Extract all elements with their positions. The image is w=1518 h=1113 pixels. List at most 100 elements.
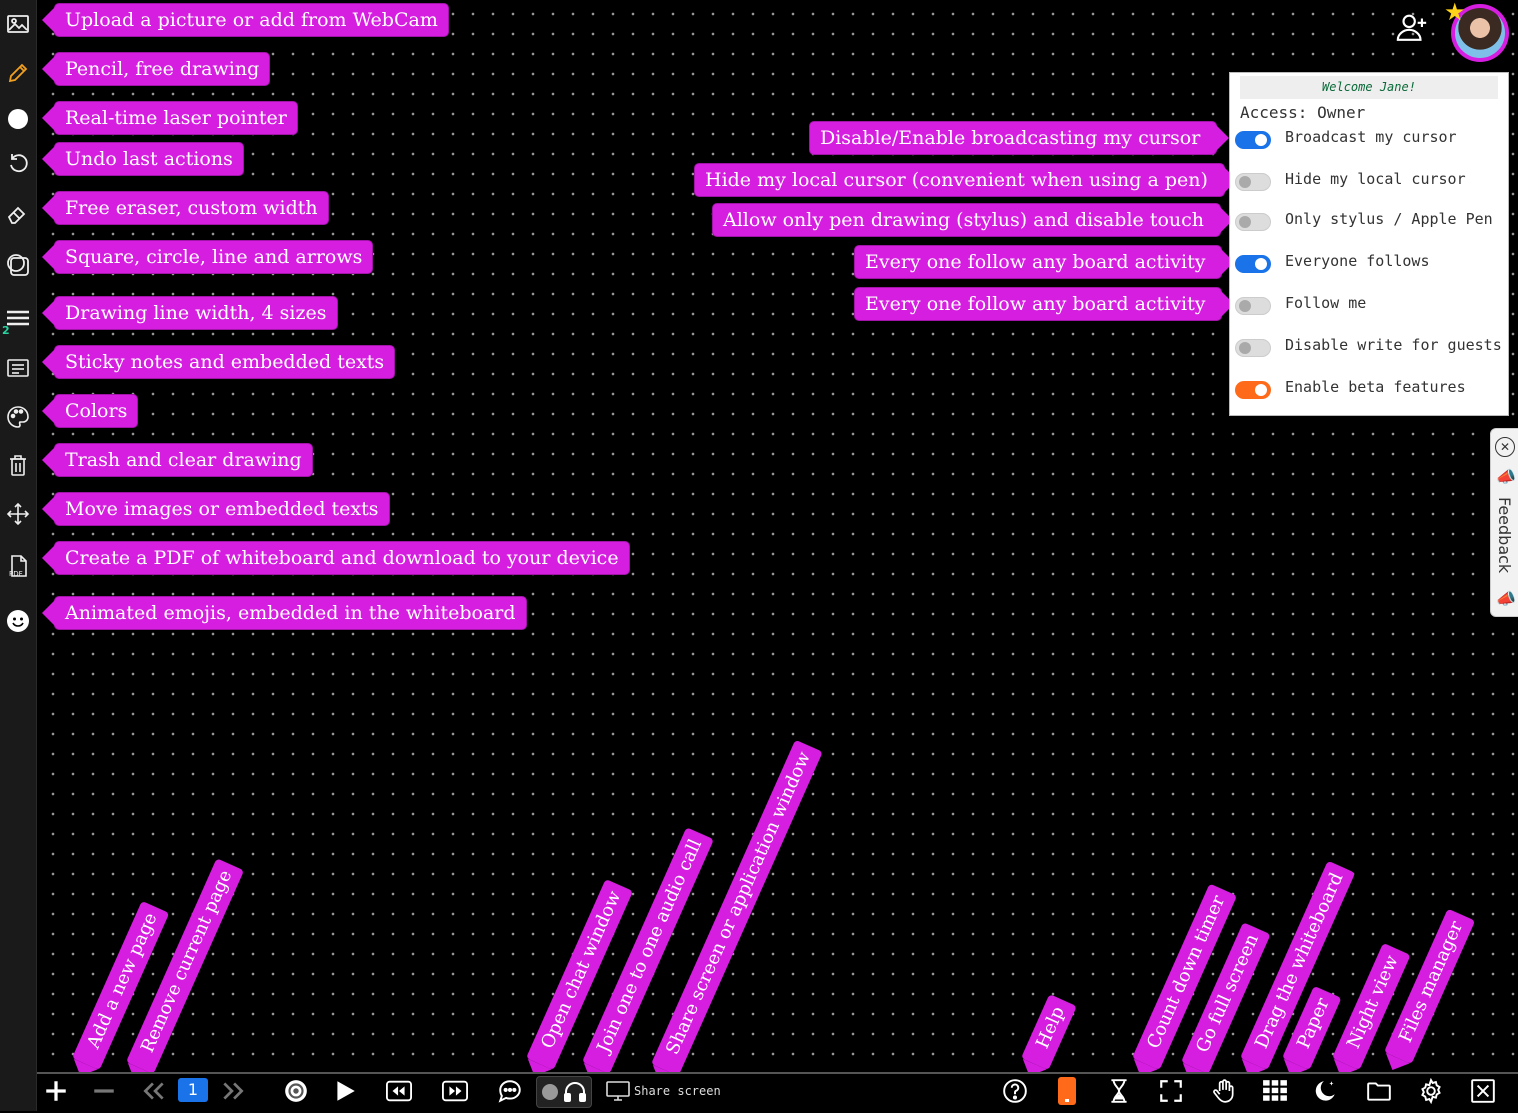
page-number[interactable]: 1 <box>178 1078 208 1102</box>
headphones-icon <box>564 1082 586 1102</box>
add-user-icon <box>1396 14 1427 41</box>
settings-button[interactable] <box>1417 1075 1445 1107</box>
trash-icon <box>10 455 26 476</box>
tip-eraser: Free eraser, custom width <box>42 192 328 224</box>
option-hide-local-cursor[interactable]: Hide my local cursor <box>1235 169 1505 193</box>
pdf-export-button[interactable]: PDF <box>2 550 34 582</box>
tip-upload: Upload a picture or add from WebCam <box>42 4 448 36</box>
record-button[interactable] <box>282 1075 310 1107</box>
option-follow-me[interactable]: Follow me <box>1235 293 1505 317</box>
pencil-tool-button[interactable] <box>2 57 34 89</box>
fast-forward-icon <box>442 1080 468 1102</box>
pdf-text-label: PDF <box>9 570 23 578</box>
toggle-follow-me[interactable] <box>1235 297 1271 315</box>
play-button[interactable] <box>331 1075 359 1107</box>
welcome-message: Welcome Jane! <box>1240 76 1498 99</box>
paper-grid-button[interactable] <box>1261 1075 1289 1107</box>
option-beta-features[interactable]: Enable beta features <box>1235 377 1505 401</box>
move-tool-button[interactable] <box>2 498 34 530</box>
move-arrows-icon <box>6 502 30 526</box>
feedback-tab[interactable]: ✕ 📣 Feedback 📣 <box>1490 428 1518 617</box>
undo-icon <box>10 154 28 173</box>
night-view-button[interactable] <box>1312 1075 1340 1107</box>
record-icon <box>285 1080 307 1102</box>
invite-user-button[interactable] <box>1395 10 1429 44</box>
rewind-icon <box>386 1080 412 1102</box>
rewind-button[interactable] <box>382 1075 416 1107</box>
text-note-icon <box>7 359 29 377</box>
palette-icon <box>7 406 29 428</box>
plus-icon <box>46 1081 66 1101</box>
toggle-hide-local-cursor[interactable] <box>1235 173 1271 191</box>
laser-dot-icon <box>8 109 28 129</box>
eraser-tool-button[interactable] <box>2 198 34 230</box>
tip-pencil: Pencil, free drawing <box>41 53 270 85</box>
emoji-button[interactable] <box>2 605 34 637</box>
files-manager-button[interactable] <box>1365 1075 1393 1107</box>
fast-forward-button[interactable] <box>438 1075 472 1107</box>
option-label: Enable beta features <box>1285 378 1466 396</box>
grid-icon <box>1263 1080 1287 1101</box>
tip-shapes: Square, circle, line and arrows <box>41 241 373 273</box>
eraser-icon <box>7 206 26 224</box>
tools-sidebar: 2 PDF <box>0 0 37 1111</box>
help-button[interactable] <box>1001 1075 1029 1107</box>
double-chevron-right-icon <box>223 1082 244 1100</box>
drag-board-button[interactable] <box>1210 1075 1238 1107</box>
tip-hide-cursor: Hide my local cursor (convenient when us… <box>695 164 1237 196</box>
toggle-everyone-follows[interactable] <box>1235 255 1271 273</box>
smiley-icon <box>7 610 29 632</box>
share-screen-button[interactable]: Share screen <box>606 1080 721 1102</box>
toggle-only-stylus[interactable] <box>1235 213 1271 231</box>
fullscreen-button[interactable] <box>1157 1075 1185 1107</box>
line-width-badge: 2 <box>2 324 10 337</box>
audio-call-toggle[interactable] <box>536 1076 592 1108</box>
expand-icon <box>1160 1080 1182 1102</box>
previous-page-button[interactable] <box>140 1075 168 1107</box>
double-chevron-left-icon <box>143 1082 164 1100</box>
folder-icon <box>1367 1082 1391 1101</box>
feedback-label: Feedback <box>1495 497 1514 574</box>
moon-icon <box>1315 1081 1335 1101</box>
tip-line-width: Drawing line width, 4 sizes <box>42 297 337 329</box>
toggle-beta-features[interactable] <box>1235 381 1271 399</box>
monitor-icon <box>606 1081 630 1101</box>
trash-button[interactable] <box>2 449 34 481</box>
access-level: Access: Owner <box>1240 103 1366 122</box>
add-page-button[interactable] <box>42 1075 70 1107</box>
toggle-disable-write-guests[interactable] <box>1235 339 1271 357</box>
tip-colors: Colors <box>41 395 138 427</box>
tip-stylus: Allow only pen drawing (stylus) and disa… <box>713 204 1234 236</box>
laser-pointer-button[interactable] <box>2 103 34 135</box>
close-circle-icon[interactable]: ✕ <box>1495 437 1515 457</box>
upload-image-button[interactable] <box>2 8 34 40</box>
device-indicator-button[interactable] <box>1058 1077 1076 1105</box>
chat-button[interactable] <box>496 1075 524 1107</box>
image-icon <box>7 15 29 33</box>
hand-icon <box>1213 1079 1234 1103</box>
option-label: Follow me <box>1285 294 1367 312</box>
option-everyone-follows[interactable]: Everyone follows <box>1235 251 1505 275</box>
option-broadcast-cursor[interactable]: Broadcast my cursor <box>1235 127 1505 151</box>
tip-everyone-follows: Every one follow any board activity <box>855 246 1235 278</box>
hourglass-icon <box>1111 1079 1127 1103</box>
option-only-stylus[interactable]: Only stylus / Apple Pen <box>1235 209 1505 233</box>
sticky-notes-button[interactable] <box>2 352 34 384</box>
undo-button[interactable] <box>2 147 34 179</box>
help-icon <box>1003 1079 1027 1103</box>
chat-bubble-icon <box>498 1080 521 1103</box>
tip-move: Move images or embedded texts <box>42 493 389 525</box>
minus-icon <box>94 1089 114 1093</box>
tip-trash: Trash and clear drawing <box>42 444 312 476</box>
option-label: Only stylus / Apple Pen <box>1285 210 1493 228</box>
timer-button[interactable] <box>1105 1075 1133 1107</box>
close-board-button[interactable] <box>1469 1075 1497 1107</box>
colors-button[interactable] <box>2 401 34 433</box>
option-disable-write-guests[interactable]: Disable write for guests <box>1235 335 1505 359</box>
remove-page-button[interactable] <box>90 1075 118 1107</box>
toggle-knob <box>542 1084 558 1100</box>
shapes-tool-button[interactable] <box>2 249 34 281</box>
owner-star-icon: ★ <box>1444 0 1466 26</box>
next-page-button[interactable] <box>219 1075 247 1107</box>
toggle-broadcast-cursor[interactable] <box>1235 131 1271 149</box>
